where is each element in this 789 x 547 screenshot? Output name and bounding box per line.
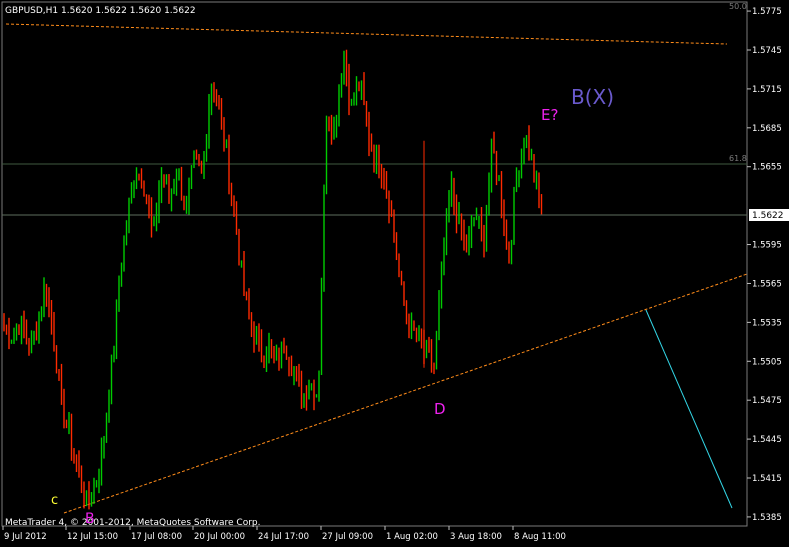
price-tick-label: 1.5715 [752,85,782,95]
price-tick-label: 1.5655 [752,163,782,173]
plot-frame [1,1,748,527]
price-tick-label: 1.5475 [752,396,782,406]
time-tick-label: 17 Jul 08:00 [131,532,182,542]
lower-trendline [63,273,748,514]
price-tick-label: 1.5745 [752,46,782,56]
time-tick-label: 9 Jul 2012 [4,532,47,542]
wave-label-bx: B(X) [571,85,614,109]
price-tick-label: 1.5685 [752,124,782,134]
time-tick-label: 27 Jul 09:00 [322,532,373,542]
price-tick-label: 1.5775 [752,7,782,17]
price-tick-label: 1.5595 [752,241,782,251]
price-tick-label: 1.5565 [752,279,782,289]
time-tick-label: 3 Aug 18:00 [450,532,502,542]
price-tick-label: 1.5445 [752,435,782,445]
price-tick-label: 1.5415 [752,474,782,484]
upper-trendline [5,23,728,45]
time-tick-label: 1 Aug 02:00 [386,532,438,542]
symbol-header: GBPUSD,H1 1.5620 1.5622 1.5620 1.5622 [5,6,196,16]
price-chart[interactable]: 50.0 61.8 GBPUSD,H1 1.5620 1.5622 1.5620… [0,0,789,547]
fib-61-label: 61.8 [729,154,747,163]
price-axis: 1.5775 1.5745 1.5715 1.5685 1.5655 1.5595 1.55… [747,7,782,523]
time-tick-label: 8 Aug 11:00 [514,532,566,542]
wave-label-e: E? [541,106,558,124]
time-axis: 9 Jul 2012 12 Jul 15:00 17 Jul 08:00 20 Jul… [2,526,566,542]
copyright-footer: MetaTrader 4, © 2001-2012, MetaQuotes So… [5,518,261,528]
time-tick-label: 12 Jul 15:00 [67,532,118,542]
price-tick-label: 1.5535 [752,318,782,328]
time-tick-label: 20 Jul 00:00 [194,532,245,542]
projection-line [645,309,733,509]
price-tick-label: 1.5385 [752,513,782,523]
wave-label-c: c [51,493,58,508]
wave-label-d: D [434,400,446,418]
time-tick-label: 24 Jul 17:00 [258,532,309,542]
fib-50-label: 50.0 [729,2,747,11]
wave-label-b: B [85,511,95,527]
price-tick-label: 1.5505 [752,357,782,367]
current-price-tag: 1.5622 [752,211,784,221]
chart-window[interactable]: 50.0 61.8 GBPUSD,H1 1.5620 1.5622 1.5620… [0,0,789,547]
